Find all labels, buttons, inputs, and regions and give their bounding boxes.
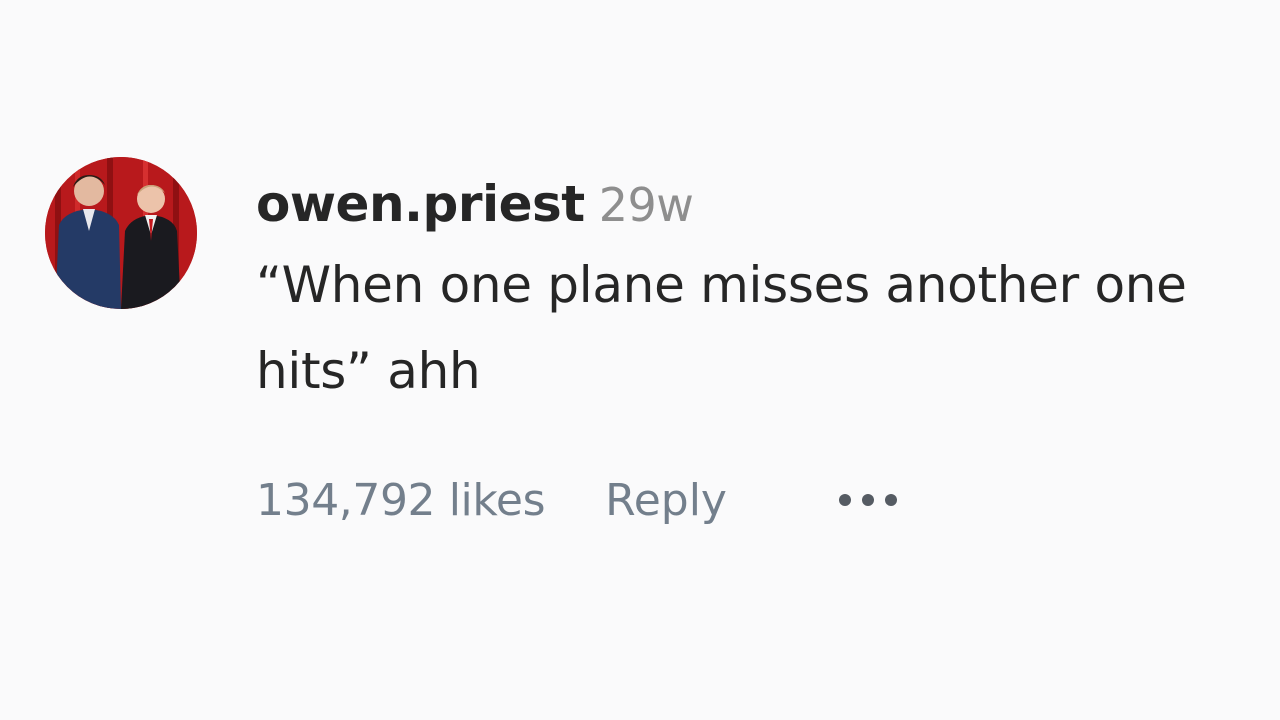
more-dot (884, 494, 897, 506)
more-dot (861, 494, 874, 506)
avatar-photo (45, 157, 197, 309)
more-dot (838, 494, 851, 506)
comment-body: owen.priest 29w “When one plane misses an… (256, 172, 1256, 414)
more-options-icon[interactable] (838, 480, 897, 520)
comment-text: “When one plane misses another one hits”… (256, 256, 1187, 400)
comment-header: owen.priest 29w (256, 172, 1256, 236)
comment-actions: 134,792 likes Reply (256, 468, 897, 532)
avatar[interactable] (45, 157, 197, 309)
username-link[interactable]: owen.priest (256, 175, 585, 233)
reply-button[interactable]: Reply (605, 475, 727, 526)
comment: owen.priest 29w “When one plane misses an… (0, 0, 1280, 720)
likes-count[interactable]: 134,792 likes (256, 475, 545, 526)
timestamp[interactable]: 29w (599, 178, 694, 232)
